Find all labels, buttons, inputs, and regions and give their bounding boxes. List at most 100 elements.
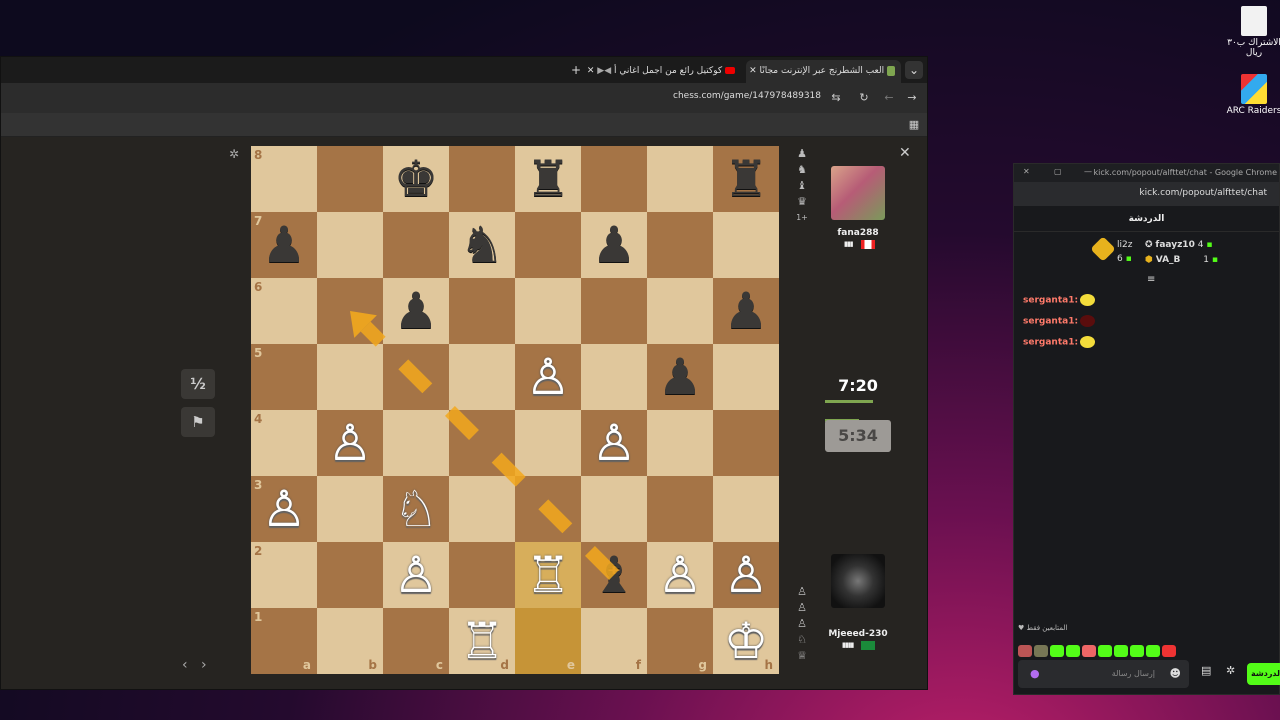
square-c1[interactable]: c — [383, 608, 449, 674]
white-pawn-icon[interactable]: ♙ — [383, 542, 449, 608]
back-icon[interactable]: ← — [881, 90, 897, 106]
square-e5[interactable]: ♙ — [515, 344, 581, 410]
emote-icon[interactable] — [1082, 644, 1096, 657]
chat-send-button[interactable]: الدردشة — [1247, 663, 1280, 685]
microphone-icon[interactable]: ● — [1030, 667, 1040, 680]
desktop-icon-arc-raiders[interactable]: ARC Raiders — [1224, 74, 1280, 116]
square-h5[interactable] — [713, 344, 779, 410]
square-c3[interactable]: ♘ — [383, 476, 449, 542]
square-f1[interactable]: f — [581, 608, 647, 674]
board-settings-icon[interactable]: ✲ — [229, 147, 239, 161]
white-pawn-icon[interactable]: ♙ — [251, 476, 317, 542]
square-g8[interactable] — [647, 146, 713, 212]
square-d6[interactable] — [449, 278, 515, 344]
square-d8[interactable] — [449, 146, 515, 212]
square-a4[interactable]: 4 — [251, 410, 317, 476]
desktop-icon-subscription[interactable]: الاشتراك ب٣٠ ريال — [1224, 6, 1280, 58]
top-player-avatar[interactable] — [831, 166, 885, 220]
square-g1[interactable]: g — [647, 608, 713, 674]
next-move-icon[interactable]: › — [201, 657, 207, 673]
square-c7[interactable] — [383, 212, 449, 278]
square-g4[interactable] — [647, 410, 713, 476]
white-rook-icon[interactable]: ♖ — [449, 608, 515, 674]
square-e8[interactable]: ♜ — [515, 146, 581, 212]
square-e3[interactable] — [515, 476, 581, 542]
square-e7[interactable] — [515, 212, 581, 278]
site-settings-icon[interactable]: ⇆ — [828, 90, 844, 106]
close-icon[interactable]: ✕ — [1023, 167, 1030, 176]
square-a5[interactable]: 5 — [251, 344, 317, 410]
black-pawn-icon[interactable]: ♟ — [383, 278, 449, 344]
square-d5[interactable] — [449, 344, 515, 410]
square-h3[interactable] — [713, 476, 779, 542]
square-d4[interactable] — [449, 410, 515, 476]
square-a7[interactable]: 7 ♟ — [251, 212, 317, 278]
emote-icon[interactable] — [1050, 644, 1064, 657]
white-knight-icon[interactable]: ♘ — [383, 476, 449, 542]
square-c8[interactable]: ♚ — [383, 146, 449, 212]
square-b8[interactable] — [317, 146, 383, 212]
close-icon[interactable]: ✕ — [899, 145, 911, 161]
square-c5[interactable] — [383, 344, 449, 410]
emote-icon[interactable] — [1114, 644, 1128, 657]
black-rook-icon[interactable]: ♜ — [713, 146, 779, 212]
emote-icon[interactable] — [1018, 644, 1032, 657]
square-h6[interactable]: ♟ — [713, 278, 779, 344]
square-g2[interactable]: ♙ — [647, 542, 713, 608]
square-d2[interactable] — [449, 542, 515, 608]
square-h1[interactable]: h ♔ — [713, 608, 779, 674]
emote-icon[interactable] — [1098, 644, 1112, 657]
square-d1[interactable]: d ♖ — [449, 608, 515, 674]
black-pawn-icon[interactable]: ♟ — [581, 212, 647, 278]
square-f2[interactable]: ♝ — [581, 542, 647, 608]
square-b2[interactable] — [317, 542, 383, 608]
white-pawn-icon[interactable]: ♙ — [713, 542, 779, 608]
white-pawn-icon[interactable]: ♙ — [515, 344, 581, 410]
square-b4[interactable]: ♙ — [317, 410, 383, 476]
black-pawn-icon[interactable]: ♟ — [251, 212, 317, 278]
top-player-name[interactable]: fana288 — [826, 228, 890, 238]
square-c6[interactable]: ♟ — [383, 278, 449, 344]
chat-url-text[interactable]: kick.com/popout/alfttet/chat — [1139, 188, 1267, 198]
chat-username[interactable]: serganta1: — [1023, 338, 1078, 348]
white-pawn-icon[interactable]: ♙ — [581, 410, 647, 476]
black-king-icon[interactable]: ♚ — [383, 146, 449, 212]
square-c2[interactable]: ♙ — [383, 542, 449, 608]
white-pawn-icon[interactable]: ♙ — [317, 410, 383, 476]
square-a6[interactable]: 6 — [251, 278, 317, 344]
square-f3[interactable] — [581, 476, 647, 542]
square-g6[interactable] — [647, 278, 713, 344]
square-a2[interactable]: 2 — [251, 542, 317, 608]
square-h2[interactable]: ♙ — [713, 542, 779, 608]
close-tab-icon[interactable]: ✕ — [749, 66, 757, 76]
tab-youtube[interactable]: كوكتيل رائع من اجمل اغاني أ ◀▶ ✕ — [587, 60, 741, 83]
square-e4[interactable] — [515, 410, 581, 476]
square-f4[interactable]: ♙ — [581, 410, 647, 476]
square-b3[interactable] — [317, 476, 383, 542]
square-h8[interactable]: ♜ — [713, 146, 779, 212]
square-f8[interactable] — [581, 146, 647, 212]
square-b5[interactable] — [317, 344, 383, 410]
square-g5[interactable]: ♟ — [647, 344, 713, 410]
emote-icon[interactable] — [1066, 644, 1080, 657]
audio-icon[interactable]: ◀▶ — [597, 66, 611, 76]
black-rook-icon[interactable]: ♜ — [515, 146, 581, 212]
new-tab-button[interactable]: + — [567, 61, 585, 79]
bottom-player-name[interactable]: Mjeeed-230 — [826, 629, 890, 639]
offer-draw-button[interactable]: ½ — [181, 369, 215, 399]
close-tab-icon[interactable]: ✕ — [587, 66, 595, 76]
square-b7[interactable] — [317, 212, 383, 278]
settings-icon[interactable]: ✲ — [1226, 664, 1235, 677]
square-d3[interactable] — [449, 476, 515, 542]
resign-button[interactable]: ⚑ — [181, 407, 215, 437]
bottom-player-avatar[interactable] — [831, 554, 885, 608]
square-g3[interactable] — [647, 476, 713, 542]
url-text[interactable]: chess.com/game/147978489318 — [673, 91, 821, 101]
square-h7[interactable] — [713, 212, 779, 278]
emote-icon[interactable] — [1162, 644, 1176, 657]
square-a8[interactable]: 8 — [251, 146, 317, 212]
black-knight-icon[interactable]: ♞ — [449, 212, 515, 278]
square-f7[interactable]: ♟ — [581, 212, 647, 278]
chat-input[interactable]: ● إرسال رسالة ☻ — [1018, 660, 1189, 688]
square-a1[interactable]: 1a — [251, 608, 317, 674]
